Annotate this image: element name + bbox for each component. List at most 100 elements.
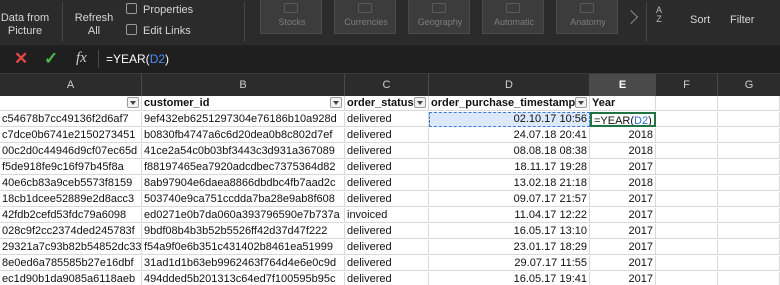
empty-cell[interactable]: [718, 144, 780, 159]
cell-customer-id[interactable]: 494dded5b201313c64ed7f100595b95c: [142, 272, 345, 285]
cancel-icon[interactable]: ✕: [14, 49, 28, 69]
cell-order-id[interactable]: 40e6cb83a9ceb5573f8159: [0, 176, 142, 191]
cell-order-id[interactable]: 42fdb2cefd53fdc79a6098: [0, 208, 142, 223]
empty-cell[interactable]: [718, 208, 780, 223]
cell-order-id[interactable]: 29321a7c93b82b54852dc33: [0, 240, 142, 255]
empty-cell[interactable]: [718, 112, 780, 127]
formula-input[interactable]: =YEAR(D2): [106, 50, 169, 68]
cell-order-status[interactable]: delivered: [345, 160, 429, 175]
cell-order-timestamp[interactable]: 24.07.18 20:41: [429, 128, 590, 143]
header-cell-order-purchase-timestamp[interactable]: order_purchase_timestamp: [429, 96, 590, 111]
empty-cell[interactable]: [656, 144, 718, 159]
cell-order-timestamp[interactable]: 18.11.17 19:28: [429, 160, 590, 175]
column-header-f[interactable]: F: [656, 74, 718, 96]
edit-links-button[interactable]: Edit Links: [126, 24, 191, 38]
properties-button[interactable]: Properties: [126, 3, 193, 17]
sort-az-icon[interactable]: AZ: [650, 6, 668, 24]
empty-cell[interactable]: [656, 240, 718, 255]
filter-dropdown-icon[interactable]: [575, 97, 587, 108]
confirm-icon[interactable]: ✓: [44, 49, 58, 69]
empty-cell[interactable]: [656, 208, 718, 223]
empty-cell[interactable]: [718, 256, 780, 271]
cell-order-id[interactable]: ec1d90b1da9085a6118aeb: [0, 272, 142, 285]
column-header-b[interactable]: B: [142, 74, 345, 96]
insert-function-icon[interactable]: fx: [76, 48, 87, 68]
empty-cell[interactable]: [656, 224, 718, 239]
cell-order-timestamp[interactable]: 13.02.18 21:18: [429, 176, 590, 191]
cell-year[interactable]: 2017: [590, 256, 656, 271]
spreadsheet-grid[interactable]: customer_id order_status order_purchase_…: [0, 96, 780, 285]
empty-cell[interactable]: [656, 128, 718, 143]
empty-cell[interactable]: [718, 224, 780, 239]
cell-customer-id[interactable]: f54a9f0e6b351c431402b8461ea51999: [142, 240, 345, 255]
column-header-g[interactable]: G: [718, 74, 780, 96]
cell-order-id[interactable]: 8e0ed6a785585b27e16dbf: [0, 256, 142, 271]
empty-cell[interactable]: [656, 176, 718, 191]
cell-year[interactable]: 2017: [590, 272, 656, 285]
column-header-c[interactable]: C: [345, 74, 429, 96]
header-cell-a[interactable]: [0, 96, 142, 111]
header-cell-order-status[interactable]: order_status: [345, 96, 429, 111]
cell-year[interactable]: 2017: [590, 224, 656, 239]
cell-year[interactable]: 2018: [590, 144, 656, 159]
data-from-picture-button[interactable]: Data from Picture: [0, 12, 56, 38]
empty-cell[interactable]: [718, 192, 780, 207]
cell-order-id[interactable]: c54678b7cc49136f2d6af7: [0, 112, 142, 127]
cell-order-timestamp[interactable]: 29.07.17 11:55: [429, 256, 590, 271]
empty-cell[interactable]: [718, 128, 780, 143]
empty-cell[interactable]: [656, 256, 718, 271]
cell-year[interactable]: 2018: [590, 128, 656, 143]
data-type-automatic[interactable]: Automatic: [482, 0, 544, 34]
cell-order-timestamp[interactable]: 11.04.17 12:22: [429, 208, 590, 223]
column-header-a[interactable]: A: [0, 74, 142, 96]
cell-year[interactable]: 2017: [590, 240, 656, 255]
filter-dropdown-icon[interactable]: [127, 97, 139, 108]
cell-order-status[interactable]: delivered: [345, 112, 429, 127]
cell-order-timestamp[interactable]: 09.07.17 21:57: [429, 192, 590, 207]
empty-cell[interactable]: [718, 96, 780, 111]
cell-order-timestamp[interactable]: 08.08.18 08:38: [429, 144, 590, 159]
cell-order-status[interactable]: delivered: [345, 240, 429, 255]
column-header-e[interactable]: E: [590, 74, 656, 96]
empty-cell[interactable]: [718, 272, 780, 285]
column-header-d[interactable]: D: [429, 74, 590, 96]
cell-customer-id[interactable]: 503740e9ca751ccdda7ba28e9ab8f608: [142, 192, 345, 207]
empty-cell[interactable]: [656, 160, 718, 175]
cell-customer-id[interactable]: 9bdf08b4b3b52b5526ff42d37d47f222: [142, 224, 345, 239]
empty-cell[interactable]: [718, 160, 780, 175]
cell-order-id[interactable]: 028c9f2cc2374ded245783f: [0, 224, 142, 239]
empty-cell[interactable]: [656, 112, 718, 127]
cell-order-id[interactable]: 18cb1dcee52889e2d8acc3: [0, 192, 142, 207]
cell-order-status[interactable]: delivered: [345, 272, 429, 285]
data-type-currencies[interactable]: Currencies: [334, 0, 396, 34]
cell-customer-id[interactable]: 41ce2a54c0b03bf3443c3d931a367089: [142, 144, 345, 159]
cell-customer-id[interactable]: 31ad1d1b63eb9962463f764d4e6e0c9d: [142, 256, 345, 271]
cell-customer-id[interactable]: b0830fb4747a6c6d20dea0b8c802d7ef: [142, 128, 345, 143]
cell-order-status[interactable]: delivered: [345, 192, 429, 207]
filter-dropdown-icon[interactable]: [330, 97, 342, 108]
data-type-geography[interactable]: Geography: [408, 0, 470, 34]
data-types-chevron-icon[interactable]: [623, 9, 639, 25]
cell-year[interactable]: 2018: [590, 176, 656, 191]
cell-order-status[interactable]: invoiced: [345, 208, 429, 223]
refresh-all-button[interactable]: Refresh All: [68, 12, 120, 38]
cell-order-id[interactable]: f5de918fe9c16f97b45f8a: [0, 160, 142, 175]
cell-order-status[interactable]: delivered: [345, 144, 429, 159]
data-type-anatomy[interactable]: Anatomy: [556, 0, 618, 34]
empty-cell[interactable]: [656, 192, 718, 207]
empty-cell[interactable]: [656, 272, 718, 285]
cell-order-status[interactable]: delivered: [345, 128, 429, 143]
active-edit-cell[interactable]: =YEAR(D2): [590, 112, 656, 127]
cell-order-timestamp[interactable]: 02.10.17 10:56: [429, 112, 590, 127]
empty-cell[interactable]: [718, 176, 780, 191]
header-cell-year[interactable]: Year: [590, 96, 656, 111]
cell-order-timestamp[interactable]: 16.05.17 19:41: [429, 272, 590, 285]
data-type-stocks[interactable]: Stocks: [260, 0, 322, 34]
cell-customer-id[interactable]: ed0271e0b7da060a393796590e7b737a: [142, 208, 345, 223]
cell-order-status[interactable]: delivered: [345, 176, 429, 191]
cell-order-timestamp[interactable]: 16.05.17 13:10: [429, 224, 590, 239]
cell-order-id[interactable]: c7dce0b6741e2150273451: [0, 128, 142, 143]
cell-customer-id[interactable]: 8ab97904e6daea8866dbdbc4fb7aad2c: [142, 176, 345, 191]
cell-customer-id[interactable]: f88197465ea7920adcdbec7375364d82: [142, 160, 345, 175]
cell-customer-id[interactable]: 9ef432eb6251297304e76186b10a928d: [142, 112, 345, 127]
